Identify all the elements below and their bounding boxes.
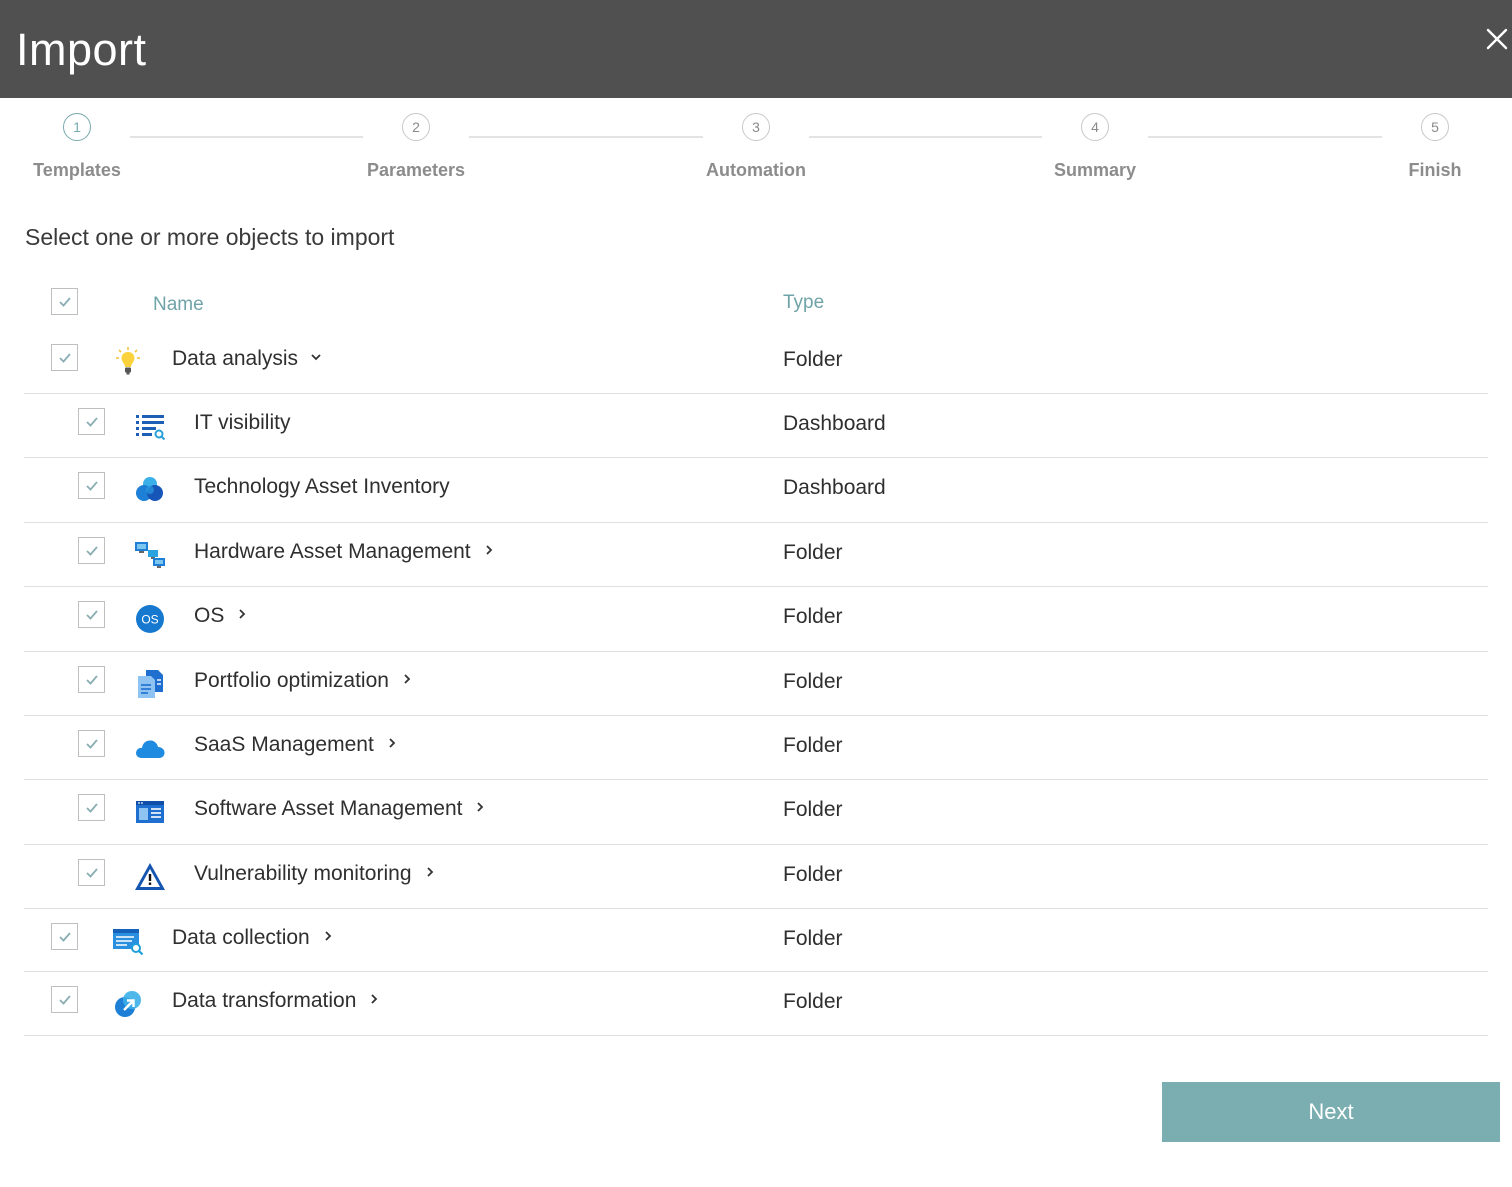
row-checkbox[interactable] (78, 666, 105, 693)
cloud-icon (134, 732, 166, 764)
table-row[interactable]: SaaS Management Folder (24, 716, 1488, 780)
row-type: Folder (783, 670, 843, 693)
row-checkbox[interactable] (78, 408, 105, 435)
table-row[interactable]: Portfolio optimization Folder (24, 652, 1488, 716)
row-type: Dashboard (783, 412, 886, 435)
row-name: Vulnerability monitoring (194, 862, 412, 885)
table-row[interactable]: Vulnerability monitoring Folder (24, 845, 1488, 909)
row-name: Data analysis (172, 347, 299, 370)
step-2-number: 2 (402, 113, 430, 141)
chevron-right-icon[interactable] (368, 992, 380, 1010)
list-search-icon (134, 410, 166, 442)
row-name-cell: Data analysis (172, 347, 322, 371)
table-row[interactable]: IT visibility Dashboard (24, 394, 1488, 458)
lightbulb-icon (112, 346, 144, 378)
step-connector (809, 136, 1042, 138)
step-3-number: 3 (742, 113, 770, 141)
chevron-right-icon[interactable] (236, 607, 248, 625)
column-header-type[interactable]: Type (783, 292, 824, 314)
row-type: Folder (783, 541, 843, 564)
row-checkbox[interactable] (51, 986, 78, 1013)
step-connector (130, 136, 363, 138)
row-name-cell: SaaS Management (194, 733, 398, 757)
step-4-label: Summary (1053, 160, 1137, 180)
step-5-label: Finish (1408, 160, 1462, 180)
row-type: Dashboard (783, 476, 886, 499)
row-name: Data collection (172, 926, 310, 949)
row-name: Software Asset Management (194, 797, 463, 820)
row-name-cell: Software Asset Management (194, 797, 486, 821)
table-row[interactable]: Data analysis Folder (24, 330, 1488, 394)
instruction-text: Select one or more objects to import (25, 224, 395, 250)
row-checkbox[interactable] (51, 923, 78, 950)
chevron-right-icon[interactable] (386, 736, 398, 754)
step-1-label: Templates (33, 160, 121, 180)
step-2-label: Parameters (366, 160, 466, 180)
table-row[interactable]: OS OS Folder (24, 587, 1488, 652)
table-row[interactable]: Technology Asset Inventory Dashboard (24, 458, 1488, 523)
row-type: Folder (783, 863, 843, 886)
row-checkbox[interactable] (78, 537, 105, 564)
row-checkbox[interactable] (78, 730, 105, 757)
row-type: Folder (783, 927, 843, 950)
row-name-cell: Technology Asset Inventory (194, 475, 450, 499)
row-name-cell: Portfolio optimization (194, 669, 413, 693)
chevron-right-icon[interactable] (401, 672, 413, 690)
row-checkbox[interactable] (78, 601, 105, 628)
step-1-number: 1 (63, 113, 91, 141)
bubbles-icon (134, 474, 166, 506)
transform-icon (112, 988, 144, 1020)
row-name: Technology Asset Inventory (194, 475, 450, 498)
chevron-right-icon[interactable] (483, 543, 495, 561)
table-row[interactable]: Data transformation Folder (24, 972, 1488, 1036)
row-checkbox[interactable] (78, 859, 105, 886)
step-connector (469, 136, 703, 138)
dialog-title: Import (16, 24, 147, 75)
row-checkbox[interactable] (51, 344, 78, 371)
chevron-right-icon[interactable] (322, 929, 334, 947)
row-name-cell: Data collection (172, 926, 334, 950)
data-collection-icon (112, 925, 144, 957)
chevron-down-icon[interactable] (310, 350, 322, 368)
os-icon: OS (134, 603, 166, 635)
row-name: OS (194, 604, 225, 627)
chevron-right-icon[interactable] (474, 800, 486, 818)
documents-icon (134, 668, 166, 700)
table-row[interactable]: Data collection Folder (24, 909, 1488, 972)
row-name-cell: Data transformation (172, 989, 380, 1013)
software-window-icon (134, 796, 166, 828)
chevron-right-icon[interactable] (424, 865, 436, 883)
table-row[interactable]: Software Asset Management Folder (24, 780, 1488, 845)
dialog-header: Import (0, 0, 1512, 98)
close-icon[interactable] (1482, 24, 1512, 54)
row-name-cell: Vulnerability monitoring (194, 862, 436, 886)
row-name: Hardware Asset Management (194, 540, 471, 563)
column-header-name[interactable]: Name (153, 294, 204, 316)
row-name: SaaS Management (194, 733, 374, 756)
row-name: Portfolio optimization (194, 669, 389, 692)
row-type: Folder (783, 990, 843, 1013)
row-type: Folder (783, 605, 843, 628)
computers-icon (134, 539, 166, 571)
step-connector (1148, 136, 1382, 138)
row-type: Folder (783, 798, 843, 821)
row-type: Folder (783, 734, 843, 757)
row-name: Data transformation (172, 989, 357, 1012)
row-name-cell: IT visibility (194, 411, 290, 435)
table-row[interactable]: Hardware Asset Management Folder (24, 523, 1488, 587)
row-name: IT visibility (194, 411, 291, 434)
svg-text:OS: OS (141, 613, 158, 627)
row-name-cell: Hardware Asset Management (194, 540, 495, 564)
next-button[interactable]: Next (1162, 1082, 1500, 1142)
step-5-number: 5 (1421, 113, 1449, 141)
row-type: Folder (783, 348, 843, 371)
step-4-number: 4 (1081, 113, 1109, 141)
warning-triangle-icon (134, 861, 166, 893)
wizard-steps: 1 Templates 2 Parameters 3 Automation 4 Summary… (0, 98, 1512, 198)
step-3-label: Automation (706, 160, 806, 180)
row-checkbox[interactable] (78, 794, 105, 821)
row-checkbox[interactable] (78, 472, 105, 499)
select-all-checkbox[interactable] (51, 288, 78, 315)
row-name-cell: OS (194, 604, 248, 628)
